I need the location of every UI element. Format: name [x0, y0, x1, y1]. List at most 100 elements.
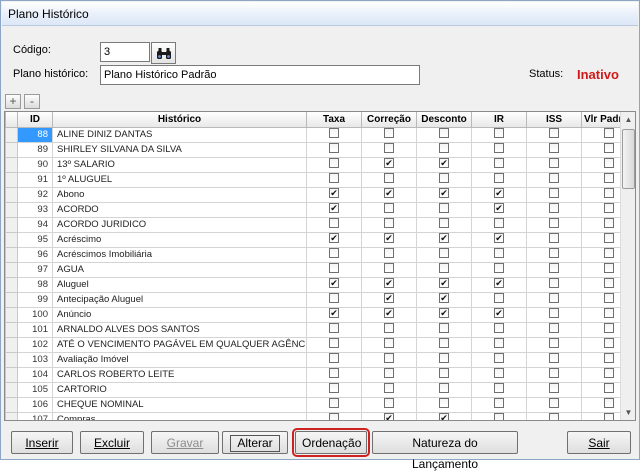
vlr-padrao-checkbox[interactable] [604, 413, 614, 420]
table-row[interactable]: 95 Acréscimo ✔ ✔ ✔ ✔ [5, 231, 635, 248]
row-indicator[interactable] [5, 186, 18, 203]
column-header-correcao[interactable]: Correção [361, 112, 417, 128]
table-row[interactable]: 93 ACORDO ✔ ✔ [5, 201, 635, 218]
desconto-checkbox[interactable]: ✔ [439, 188, 449, 199]
table-row[interactable]: 91 1º ALUGUEL [5, 171, 635, 188]
cell-historico[interactable]: ACORDO [52, 201, 307, 218]
correcao-checkbox[interactable]: ✔ [384, 158, 394, 169]
ir-checkbox[interactable] [494, 353, 504, 364]
taxa-checkbox[interactable] [329, 158, 339, 169]
vlr-padrao-checkbox[interactable] [604, 263, 614, 274]
desconto-checkbox[interactable]: ✔ [439, 158, 449, 169]
ir-checkbox[interactable]: ✔ [494, 308, 504, 319]
row-indicator[interactable] [5, 321, 18, 338]
ir-checkbox[interactable] [494, 383, 504, 394]
correcao-checkbox[interactable]: ✔ [384, 293, 394, 304]
desconto-checkbox[interactable]: ✔ [439, 233, 449, 244]
cell-historico[interactable]: CARLOS ROBERTO LEITE [52, 366, 307, 383]
plano-historico-input[interactable]: Plano Histórico Padrão [100, 65, 420, 85]
iss-checkbox[interactable] [549, 278, 559, 289]
vlr-padrao-checkbox[interactable] [604, 173, 614, 184]
cell-id[interactable]: 103 [17, 351, 53, 368]
scroll-thumb[interactable] [622, 129, 635, 189]
correcao-checkbox[interactable] [384, 263, 394, 274]
table-row[interactable]: 107 Compras ✔ ✔ [5, 411, 635, 420]
correcao-checkbox[interactable] [384, 218, 394, 229]
cell-historico[interactable]: Abono [52, 186, 307, 203]
desconto-checkbox[interactable] [439, 263, 449, 274]
excluir-button[interactable]: Excluir [80, 431, 144, 454]
correcao-checkbox[interactable] [384, 128, 394, 139]
iss-checkbox[interactable] [549, 383, 559, 394]
vlr-padrao-checkbox[interactable] [604, 233, 614, 244]
cell-historico[interactable]: CARTORIO [52, 381, 307, 398]
cell-id[interactable]: 106 [17, 396, 53, 413]
cell-id[interactable]: 91 [17, 171, 53, 188]
add-row-button[interactable]: + [5, 94, 21, 109]
ir-checkbox[interactable] [494, 413, 504, 420]
taxa-checkbox[interactable] [329, 293, 339, 304]
historico-grid[interactable]: ID Histórico Taxa Correção Desconto IR I… [4, 111, 636, 421]
iss-checkbox[interactable] [549, 173, 559, 184]
cell-historico[interactable]: ACORDO JURIDICO [52, 216, 307, 233]
taxa-checkbox[interactable] [329, 128, 339, 139]
cell-historico[interactable]: Anúncio [52, 306, 307, 323]
desconto-checkbox[interactable] [439, 218, 449, 229]
cell-id[interactable]: 93 [17, 201, 53, 218]
ir-checkbox[interactable]: ✔ [494, 233, 504, 244]
vertical-scrollbar[interactable]: ▲ ▼ [620, 112, 635, 420]
taxa-checkbox[interactable] [329, 323, 339, 334]
iss-checkbox[interactable] [549, 218, 559, 229]
row-indicator[interactable] [5, 171, 18, 188]
sair-button[interactable]: Sair [567, 431, 631, 454]
row-indicator[interactable] [5, 126, 18, 143]
ir-checkbox[interactable] [494, 263, 504, 274]
ir-checkbox[interactable] [494, 158, 504, 169]
taxa-checkbox[interactable]: ✔ [329, 233, 339, 244]
cell-historico[interactable]: ATÉ O VENCIMENTO PAGÁVEL EM QUALQUER AGÊ… [52, 336, 307, 353]
taxa-checkbox[interactable] [329, 173, 339, 184]
row-indicator[interactable] [5, 381, 18, 398]
natureza-lancamento-button[interactable]: Natureza do Lançamento [372, 431, 518, 471]
ir-checkbox[interactable]: ✔ [494, 188, 504, 199]
vlr-padrao-checkbox[interactable] [604, 143, 614, 154]
iss-checkbox[interactable] [549, 248, 559, 259]
cell-id[interactable]: 105 [17, 381, 53, 398]
ordenacao-button[interactable]: Ordenação [292, 428, 370, 457]
row-indicator[interactable] [5, 246, 18, 263]
cell-id[interactable]: 94 [17, 216, 53, 233]
table-row[interactable]: 98 Aluguel ✔ ✔ ✔ ✔ [5, 276, 635, 293]
taxa-checkbox[interactable] [329, 413, 339, 420]
gravar-button[interactable]: Gravar [151, 431, 219, 454]
iss-checkbox[interactable] [549, 398, 559, 409]
codigo-input[interactable]: 3 [100, 42, 150, 62]
vlr-padrao-checkbox[interactable] [604, 188, 614, 199]
taxa-checkbox[interactable] [329, 248, 339, 259]
taxa-checkbox[interactable] [329, 218, 339, 229]
cell-id[interactable]: 95 [17, 231, 53, 248]
row-indicator[interactable] [5, 306, 18, 323]
row-indicator[interactable] [5, 411, 18, 420]
ir-checkbox[interactable] [494, 338, 504, 349]
table-row[interactable]: 105 CARTORIO [5, 381, 635, 398]
cell-historico[interactable]: Avaliação Imóvel [52, 351, 307, 368]
iss-checkbox[interactable] [549, 233, 559, 244]
cell-historico[interactable]: Acréscimo [52, 231, 307, 248]
desconto-checkbox[interactable] [439, 203, 449, 214]
iss-checkbox[interactable] [549, 308, 559, 319]
row-indicator[interactable] [5, 261, 18, 278]
ir-checkbox[interactable] [494, 143, 504, 154]
desconto-checkbox[interactable] [439, 128, 449, 139]
cell-id[interactable]: 101 [17, 321, 53, 338]
column-header-taxa[interactable]: Taxa [306, 112, 362, 128]
ir-checkbox[interactable] [494, 398, 504, 409]
cell-historico[interactable]: Aluguel [52, 276, 307, 293]
vlr-padrao-checkbox[interactable] [604, 383, 614, 394]
cell-id[interactable]: 88 [17, 126, 53, 143]
cell-id[interactable]: 102 [17, 336, 53, 353]
taxa-checkbox[interactable] [329, 143, 339, 154]
vlr-padrao-checkbox[interactable] [604, 128, 614, 139]
row-indicator[interactable] [5, 201, 18, 218]
cell-id[interactable]: 89 [17, 141, 53, 158]
desconto-checkbox[interactable]: ✔ [439, 278, 449, 289]
